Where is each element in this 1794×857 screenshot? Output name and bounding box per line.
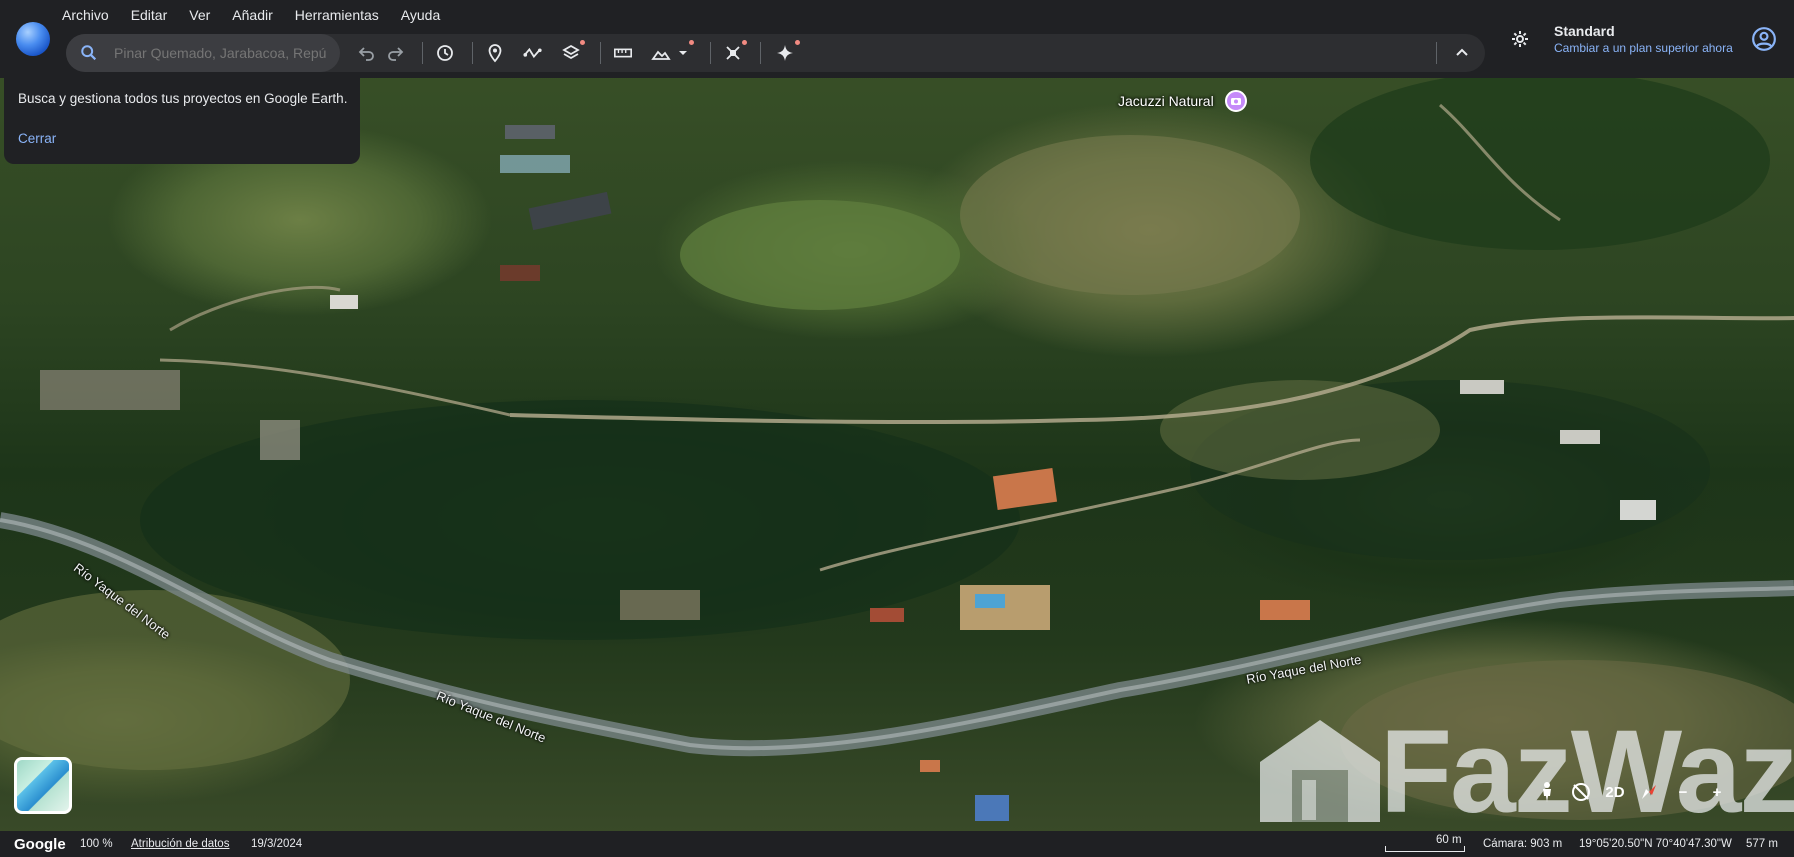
coordinates: 19°05'20.50"N 70°40'47.30"W: [1579, 838, 1732, 850]
chevron-up-icon: [1456, 48, 1468, 56]
ruler-button[interactable]: [612, 42, 634, 64]
history-icon: [437, 45, 453, 61]
reset-orientation-button[interactable]: [1564, 775, 1598, 809]
camera-poi-icon[interactable]: [1225, 90, 1247, 112]
zoom-level: 100 %: [80, 838, 113, 850]
fazwaz-logo-icon: [1260, 720, 1380, 822]
scale-label: 60 m: [1436, 834, 1462, 846]
toolbar: [66, 34, 1485, 72]
menu-archivo[interactable]: Archivo: [62, 6, 119, 23]
zoom-out-button[interactable]: −: [1666, 775, 1700, 809]
elevation: 577 m: [1746, 838, 1778, 850]
menu-anadir[interactable]: Añadir: [232, 6, 282, 23]
path-button[interactable]: [522, 42, 544, 64]
pegman-button[interactable]: [1530, 775, 1564, 809]
pegman-icon: [1543, 782, 1551, 802]
menu-herramientas[interactable]: Herramientas: [295, 6, 389, 23]
undo-icon: [358, 47, 374, 61]
search-input[interactable]: [114, 42, 336, 64]
toolbar-divider: [1436, 42, 1437, 64]
scale-bar: [1385, 846, 1465, 852]
image-overlay-button[interactable]: [650, 42, 672, 64]
satellite-tools-button[interactable]: [722, 40, 747, 64]
image-overlay-icon: [651, 50, 671, 60]
notification-dot: [580, 40, 585, 45]
poi-label-jacuzzi-natural[interactable]: Jacuzzi Natural: [1118, 93, 1214, 109]
compass-button[interactable]: [1632, 775, 1666, 809]
layers-icon: [562, 44, 580, 60]
history-button[interactable]: [434, 42, 456, 64]
map-style-thumbnail[interactable]: [14, 757, 72, 814]
tooltip-text: Busca y gestiona todos tus proyectos en …: [18, 91, 348, 106]
toolbar-divider: [600, 42, 601, 64]
google-earth-logo-icon[interactable]: [16, 22, 50, 56]
menu-ayuda[interactable]: Ayuda: [401, 6, 450, 23]
settings-button[interactable]: [1509, 28, 1531, 50]
notification-dot: [742, 40, 747, 45]
compass-icon: [1572, 783, 1590, 801]
toolbar-divider: [422, 42, 423, 64]
imagery-date: 19/3/2024: [251, 838, 303, 850]
compass-needle-icon: [1642, 785, 1656, 799]
image-overlay-dropdown[interactable]: [672, 40, 694, 64]
toolbar-divider: [472, 42, 473, 64]
toolbar-divider: [760, 42, 761, 64]
close-tooltip-button[interactable]: Cerrar: [18, 131, 56, 146]
account-icon: [1752, 27, 1776, 51]
map-controls: 2D − +: [1530, 775, 1734, 809]
redo-button[interactable]: [384, 42, 406, 64]
gemini-button[interactable]: [774, 40, 800, 64]
watermark-text: FazWaz: [1380, 706, 1794, 838]
camera-altitude: Cámara: 903 m: [1483, 838, 1563, 850]
projects-tooltip: Busca y gestiona todos tus proyectos en …: [4, 78, 360, 164]
toolbar-divider: [710, 42, 711, 64]
search-icon: [81, 45, 97, 61]
path-icon: [523, 47, 542, 59]
satellite-tools-icon: [726, 46, 740, 60]
search-box: [66, 34, 340, 72]
menu-ver[interactable]: Ver: [189, 6, 220, 23]
google-earth-window: Jacuzzi Natural Río Yaque del Norte Río …: [0, 0, 1794, 857]
google-logo: Google: [14, 836, 66, 853]
menu-editar[interactable]: Editar: [131, 6, 178, 23]
chevron-down-icon: [679, 51, 687, 55]
notification-dot: [795, 40, 800, 45]
layers-button[interactable]: [560, 40, 585, 64]
plan-title: Standard: [1554, 23, 1615, 39]
notification-dot: [689, 40, 694, 45]
undo-button[interactable]: [356, 42, 378, 64]
redo-icon: [388, 47, 404, 61]
data-attribution-link[interactable]: Atribución de datos: [131, 838, 229, 850]
ruler-icon: [614, 48, 632, 58]
upgrade-plan-link[interactable]: Cambiar a un plan superior ahora: [1554, 41, 1733, 55]
status-bar: Google 100 % Atribución de datos 19/3/20…: [0, 831, 1794, 857]
gear-icon: [1512, 31, 1528, 47]
placemark-icon: [488, 44, 502, 63]
placemark-button[interactable]: [484, 42, 506, 64]
gemini-sparkle-icon: [777, 45, 793, 61]
collapse-toolbar-button[interactable]: [1451, 42, 1473, 64]
menu-bar: Archivo Editar Ver Añadir Herramientas A…: [62, 6, 462, 23]
account-button[interactable]: [1751, 26, 1777, 52]
view-2d-button[interactable]: 2D: [1598, 775, 1632, 809]
zoom-in-button[interactable]: +: [1700, 775, 1734, 809]
